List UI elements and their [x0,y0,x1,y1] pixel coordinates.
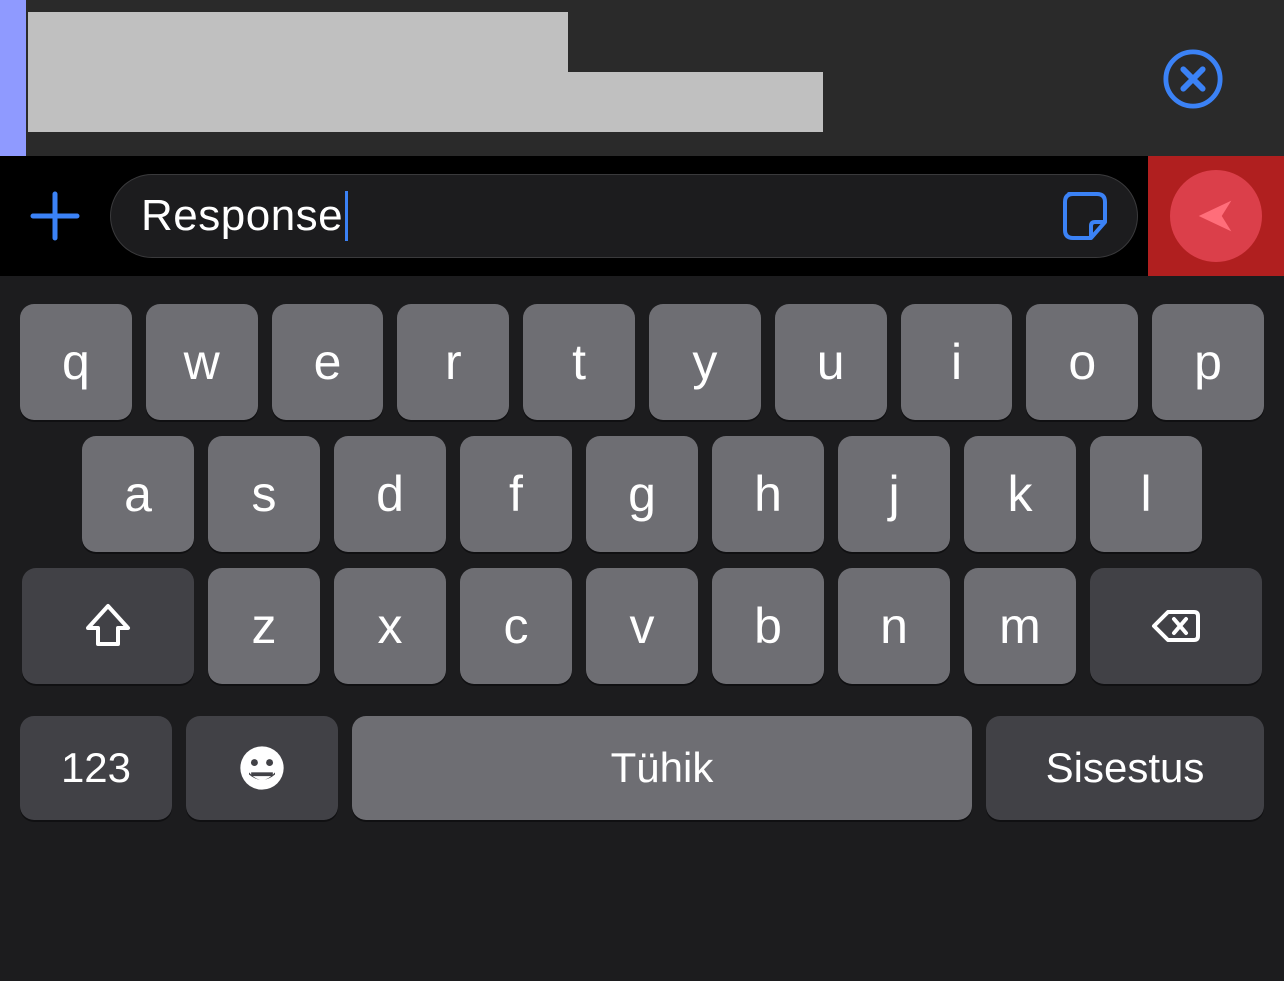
backspace-icon [1150,600,1202,652]
key-y[interactable]: y [649,304,761,420]
key-n[interactable]: n [838,568,950,684]
key-b[interactable]: b [712,568,824,684]
message-input[interactable]: Response [110,174,1138,258]
key-o[interactable]: o [1026,304,1138,420]
key-s[interactable]: s [208,436,320,552]
add-attachment-button[interactable] [0,156,110,276]
message-input-value: Response [141,191,343,241]
key-j[interactable]: j [838,436,950,552]
plus-icon [27,188,83,244]
emoji-icon [236,742,288,794]
key-e[interactable]: e [272,304,384,420]
key-t[interactable]: t [523,304,635,420]
key-g[interactable]: g [586,436,698,552]
keyboard-row-2: asdfghjkl [0,428,1284,560]
key-p[interactable]: p [1152,304,1264,420]
numbers-key[interactable]: 123 [20,716,172,820]
key-q[interactable]: q [20,304,132,420]
sticker-button[interactable] [1059,188,1115,244]
redacted-preview [28,72,823,132]
message-input-bar: Response [0,156,1284,276]
key-k[interactable]: k [964,436,1076,552]
chat-header [0,0,1284,156]
keyboard-row-3: zxcvbnm [0,560,1284,692]
key-a[interactable]: a [82,436,194,552]
key-d[interactable]: d [334,436,446,552]
space-key[interactable]: Tühik [352,716,972,820]
shift-icon [82,600,134,652]
send-icon [1193,193,1239,239]
on-screen-keyboard: qwertyuiop asdfghjkl zxcvbnm 123 Tühik S… [0,276,1284,981]
keyboard-row-1: qwertyuiop [0,296,1284,428]
key-m[interactable]: m [964,568,1076,684]
key-c[interactable]: c [460,568,572,684]
redacted-name [28,12,568,72]
sticker-icon [1059,188,1115,244]
key-i[interactable]: i [901,304,1013,420]
key-u[interactable]: u [775,304,887,420]
send-circle [1170,170,1262,262]
key-l[interactable]: l [1090,436,1202,552]
text-caret [345,191,348,241]
close-button[interactable] [1162,48,1224,110]
keyboard-row-4: 123 Tühik Sisestus [0,692,1284,844]
key-r[interactable]: r [397,304,509,420]
close-circle-icon [1162,48,1224,110]
key-v[interactable]: v [586,568,698,684]
backspace-key[interactable] [1090,568,1262,684]
shift-key[interactable] [22,568,194,684]
unread-accent-strip [0,0,26,156]
enter-key[interactable]: Sisestus [986,716,1264,820]
key-z[interactable]: z [208,568,320,684]
key-w[interactable]: w [146,304,258,420]
key-f[interactable]: f [460,436,572,552]
key-h[interactable]: h [712,436,824,552]
key-x[interactable]: x [334,568,446,684]
emoji-key[interactable] [186,716,338,820]
send-button[interactable] [1148,156,1284,276]
